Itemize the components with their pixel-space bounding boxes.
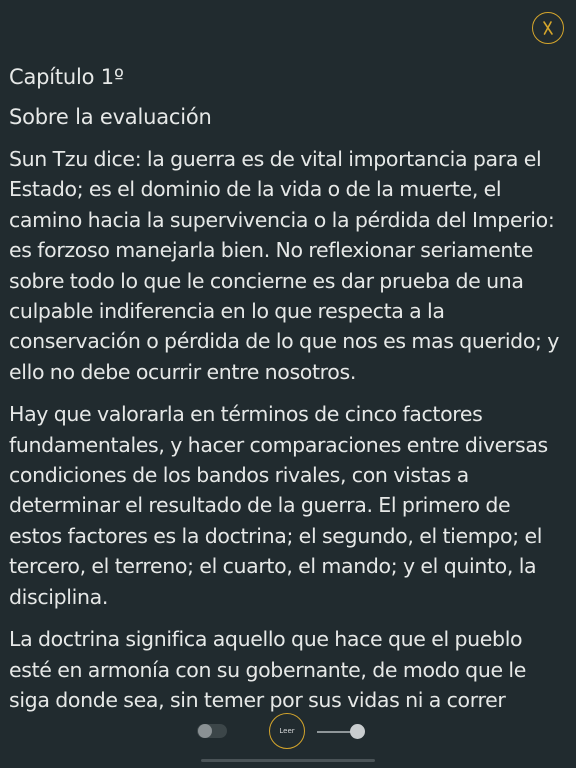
bottom-toolbar: Leer: [0, 712, 576, 768]
close-button[interactable]: [532, 12, 564, 44]
slider-thumb[interactable]: [350, 724, 365, 739]
paragraph: La doctrina significa aquello que hace q…: [9, 627, 526, 712]
toggle-knob: [198, 724, 212, 738]
toggle-switch[interactable]: [197, 724, 227, 738]
section-title: Sobre la evaluación: [9, 105, 212, 129]
read-button[interactable]: Leer: [269, 713, 305, 749]
paragraph: Hay que valorarla en términos de cinco f…: [9, 402, 548, 609]
chapter-title: Capítulo 1º: [9, 65, 124, 89]
paragraph: Sun Tzu dice: la guerra es de vital impo…: [9, 147, 560, 384]
close-icon: [543, 21, 553, 35]
home-indicator: [201, 759, 375, 762]
reader-content[interactable]: Capítulo 1º Sobre la evaluación Sun Tzu …: [9, 62, 562, 712]
